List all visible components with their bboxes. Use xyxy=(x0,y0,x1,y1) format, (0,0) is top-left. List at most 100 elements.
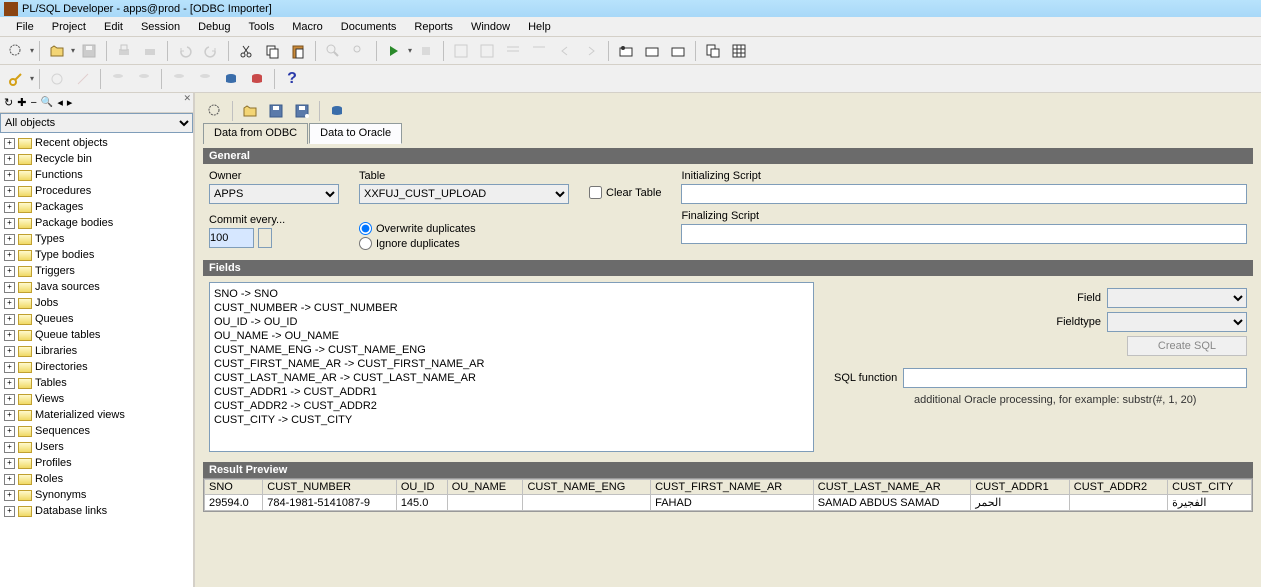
menu-documents[interactable]: Documents xyxy=(333,19,405,35)
clear-table-checkbox[interactable] xyxy=(589,186,602,199)
undo-icon[interactable] xyxy=(173,39,197,63)
expander-icon[interactable]: + xyxy=(4,474,15,485)
field-mapping[interactable]: CUST_FIRST_NAME_AR -> CUST_FIRST_NAME_AR xyxy=(214,357,809,371)
field-mapping[interactable]: CUST_NAME_ENG -> CUST_NAME_ENG xyxy=(214,343,809,357)
menu-reports[interactable]: Reports xyxy=(406,19,461,35)
key-icon[interactable] xyxy=(4,67,28,91)
db-red-icon[interactable] xyxy=(245,67,269,91)
table-row[interactable]: 29594.0784-1981-5141087-9145.0FAHADSAMAD… xyxy=(205,495,1252,511)
tree-item[interactable]: +Synonyms xyxy=(2,487,191,503)
expander-icon[interactable]: + xyxy=(4,138,15,149)
field-mapping[interactable]: OU_NAME -> OU_NAME xyxy=(214,329,809,343)
tool-c-icon[interactable] xyxy=(666,39,690,63)
expander-icon[interactable]: + xyxy=(4,362,15,373)
expander-icon[interactable]: + xyxy=(4,202,15,213)
expander-icon[interactable]: + xyxy=(4,170,15,181)
tree-item[interactable]: +Profiles xyxy=(2,455,191,471)
find-icon[interactable] xyxy=(321,39,345,63)
expander-icon[interactable]: + xyxy=(4,490,15,501)
ignore-radio[interactable] xyxy=(359,237,372,250)
expander-icon[interactable]: + xyxy=(4,426,15,437)
column-header[interactable]: OU_NAME xyxy=(447,480,523,495)
nav-back-icon[interactable] xyxy=(553,39,577,63)
table-select[interactable]: XXFUJ_CUST_UPLOAD xyxy=(359,184,569,204)
grid-icon[interactable] xyxy=(727,39,751,63)
tree-item[interactable]: +Java sources xyxy=(2,279,191,295)
column-header[interactable]: CUST_LAST_NAME_AR xyxy=(813,480,971,495)
copy-special-icon[interactable] xyxy=(701,39,725,63)
expander-icon[interactable]: + xyxy=(4,234,15,245)
field-select[interactable] xyxy=(1107,288,1247,308)
column-header[interactable]: CUST_ADDR1 xyxy=(971,480,1069,495)
menu-window[interactable]: Window xyxy=(463,19,518,35)
fwd-icon[interactable]: ▸ xyxy=(67,96,73,109)
tree-item[interactable]: +Recycle bin xyxy=(2,151,191,167)
expander-icon[interactable]: + xyxy=(4,314,15,325)
field-mapping[interactable]: SNO -> SNO xyxy=(214,287,809,301)
column-header[interactable]: CUST_CITY xyxy=(1168,480,1252,495)
create-sql-button[interactable]: Create SQL xyxy=(1127,336,1247,356)
column-header[interactable]: CUST_NAME_ENG xyxy=(523,480,651,495)
print-icon[interactable] xyxy=(112,39,136,63)
expander-icon[interactable]: + xyxy=(4,266,15,277)
db-blue-icon[interactable] xyxy=(219,67,243,91)
tree-item[interactable]: +Views xyxy=(2,391,191,407)
init-script-input[interactable] xyxy=(681,184,1247,204)
expander-icon[interactable]: + xyxy=(4,346,15,357)
ct-save-icon[interactable] xyxy=(264,99,288,123)
tree-item[interactable]: +Packages xyxy=(2,199,191,215)
tree-item[interactable]: +Package bodies xyxy=(2,215,191,231)
tree-item[interactable]: +Functions xyxy=(2,167,191,183)
tree-item[interactable]: +Type bodies xyxy=(2,247,191,263)
redo-icon[interactable] xyxy=(199,39,223,63)
fieldtype-select[interactable] xyxy=(1107,312,1247,332)
refresh-icon[interactable]: ↻ xyxy=(4,96,13,109)
ct-open-icon[interactable] xyxy=(238,99,262,123)
filter-select[interactable]: All objects xyxy=(0,113,193,133)
owner-select[interactable]: APPS xyxy=(209,184,339,204)
overwrite-radio[interactable] xyxy=(359,222,372,235)
sql-function-input[interactable] xyxy=(903,368,1247,388)
execute-icon[interactable] xyxy=(382,39,406,63)
expander-icon[interactable]: + xyxy=(4,298,15,309)
expander-icon[interactable]: + xyxy=(4,330,15,341)
commit-input[interactable] xyxy=(209,228,254,248)
field-mapping[interactable]: CUST_CITY -> CUST_CITY xyxy=(214,413,809,427)
db4-icon[interactable] xyxy=(193,67,217,91)
cut-icon[interactable] xyxy=(234,39,258,63)
help-icon[interactable]: ? xyxy=(280,67,304,91)
gear-icon[interactable] xyxy=(45,67,69,91)
tree-item[interactable]: +Tables xyxy=(2,375,191,391)
break-icon[interactable] xyxy=(414,39,438,63)
tool-a-icon[interactable] xyxy=(614,39,638,63)
ct-new-icon[interactable] xyxy=(203,99,227,123)
new-icon[interactable] xyxy=(4,39,28,63)
column-header[interactable]: CUST_NUMBER xyxy=(263,480,397,495)
column-header[interactable]: OU_ID xyxy=(396,480,447,495)
indent-left-icon[interactable] xyxy=(501,39,525,63)
column-header[interactable]: CUST_ADDR2 xyxy=(1069,480,1167,495)
menu-help[interactable]: Help xyxy=(520,19,559,35)
expander-icon[interactable]: + xyxy=(4,410,15,421)
copy-icon[interactable] xyxy=(260,39,284,63)
tool-b-icon[interactable] xyxy=(640,39,664,63)
tree-item[interactable]: +Materialized views xyxy=(2,407,191,423)
open-icon[interactable] xyxy=(45,39,69,63)
field-mapping[interactable]: CUST_NUMBER -> CUST_NUMBER xyxy=(214,301,809,315)
findnext-icon[interactable] xyxy=(347,39,371,63)
menu-macro[interactable]: Macro xyxy=(284,19,331,35)
db1-icon[interactable] xyxy=(106,67,130,91)
expander-icon[interactable]: + xyxy=(4,442,15,453)
expander-icon[interactable]: + xyxy=(4,506,15,517)
menu-edit[interactable]: Edit xyxy=(96,19,131,35)
ct-saveas-icon[interactable] xyxy=(290,99,314,123)
tree-item[interactable]: +Users xyxy=(2,439,191,455)
tree-item[interactable]: +Jobs xyxy=(2,295,191,311)
object-tree[interactable]: +Recent objects+Recycle bin+Functions+Pr… xyxy=(0,133,193,587)
indent-right-icon[interactable] xyxy=(527,39,551,63)
tab-data-to-oracle[interactable]: Data to Oracle xyxy=(309,123,402,144)
back-icon[interactable]: ◂ xyxy=(57,96,63,109)
grid2-icon[interactable] xyxy=(475,39,499,63)
tree-item[interactable]: +Database links xyxy=(2,503,191,519)
ct-import-icon[interactable] xyxy=(325,99,349,123)
